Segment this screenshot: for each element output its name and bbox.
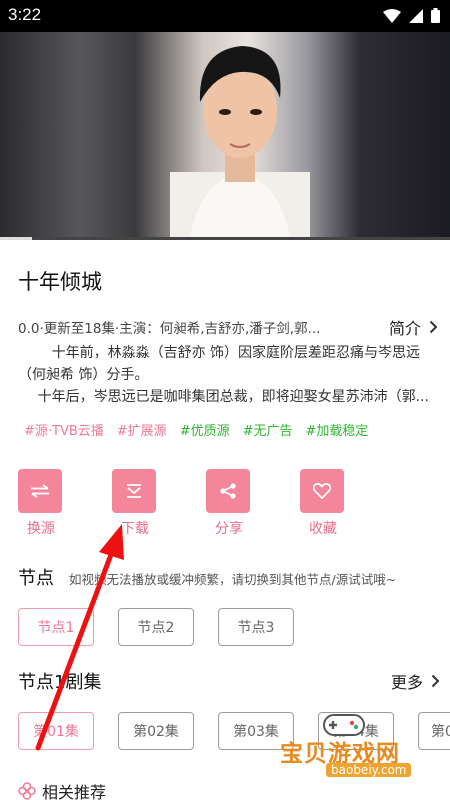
intro-label: 简介 bbox=[388, 319, 421, 338]
episode-chip-label: 第02集 bbox=[133, 724, 179, 740]
action-bar: 换源 下载 分享 收藏 bbox=[18, 469, 438, 539]
tag: #加载稳定 bbox=[305, 424, 369, 439]
episode-chip-label: 第01集 bbox=[33, 724, 79, 740]
download-icon bbox=[112, 469, 156, 513]
tag: #扩展源 bbox=[116, 424, 167, 439]
node-chip[interactable]: 节点3 bbox=[218, 608, 294, 646]
heart-icon bbox=[300, 469, 344, 513]
tag: #源·TVB云播 bbox=[24, 424, 104, 439]
tag-list: #源·TVB云播 #扩展源 #优质源 #无广告 #加载稳定 bbox=[24, 420, 381, 439]
description-paragraph: 十年前，林淼淼（吉舒亦 饰）因家庭阶层差距忍痛与岑思远（何昶希 饰）分手。 bbox=[18, 345, 421, 383]
more-label: 更多 bbox=[390, 673, 423, 692]
episode-chip-label: 第03集 bbox=[233, 724, 279, 740]
action-label: 收藏 bbox=[309, 521, 337, 537]
watermark-logo: 宝贝游戏网 baobeiy.com bbox=[274, 712, 444, 784]
watermark-url: baobeiy.com bbox=[326, 763, 412, 777]
video-player[interactable] bbox=[0, 32, 450, 238]
chevron-right-icon bbox=[431, 674, 440, 688]
swap-icon bbox=[18, 469, 62, 513]
nodes-heading: 节点 bbox=[18, 568, 54, 589]
show-title: 十年倾城 bbox=[18, 270, 102, 294]
episodes-heading: 节点1剧集 bbox=[18, 672, 102, 693]
description-paragraph: 十年后，岑思远已是咖啡集团总裁，即将迎娶女星苏沛沛（郭... bbox=[37, 389, 429, 405]
status-bar: 3:22 bbox=[0, 0, 450, 32]
wifi-icon bbox=[383, 8, 401, 23]
nodes-hint: 如视频无法播放或缓冲频繁，请切换到其他节点/源试试哦~ bbox=[69, 572, 397, 587]
intro-button[interactable]: 简介 bbox=[389, 315, 438, 339]
chevron-right-icon bbox=[429, 320, 438, 334]
video-frame-person bbox=[170, 46, 310, 238]
related-heading: 相关推荐 bbox=[18, 779, 106, 800]
episode-chip[interactable]: 第02集 bbox=[118, 712, 194, 750]
video-progress-bar[interactable] bbox=[0, 237, 450, 240]
meta-row: 0.0·更新至18集·主演：何昶希,吉舒亦,潘子剑,郭... 简介 bbox=[18, 315, 438, 339]
status-icons bbox=[383, 8, 440, 23]
video-progress-fill bbox=[0, 237, 32, 240]
tag: #优质源 bbox=[179, 424, 230, 439]
episode-chip[interactable]: 第01集 bbox=[18, 712, 94, 750]
node-chip-label: 节点3 bbox=[237, 620, 275, 636]
more-episodes-button[interactable]: 更多 bbox=[391, 669, 440, 693]
download-button[interactable]: 下载 bbox=[112, 469, 158, 538]
action-label: 分享 bbox=[215, 521, 243, 537]
share-icon bbox=[206, 469, 250, 513]
show-meta: 0.0·更新至18集·主演：何昶希,吉舒亦,潘子剑,郭... bbox=[18, 321, 321, 337]
status-time: 3:22 bbox=[8, 5, 42, 24]
node-chip-label: 节点1 bbox=[37, 620, 75, 636]
switch-source-button[interactable]: 换源 bbox=[18, 469, 64, 538]
share-button[interactable]: 分享 bbox=[206, 469, 252, 538]
node-chip[interactable]: 节点1 bbox=[18, 608, 94, 646]
flower-icon bbox=[18, 782, 36, 800]
node-chip-label: 节点2 bbox=[137, 620, 175, 636]
show-description: 十年前，林淼淼（吉舒亦 饰）因家庭阶层差距忍痛与岑思远（何昶希 饰）分手。 十年… bbox=[18, 342, 446, 408]
related-label: 相关推荐 bbox=[42, 783, 107, 800]
favorite-button[interactable]: 收藏 bbox=[300, 469, 346, 538]
action-label: 换源 bbox=[27, 521, 55, 537]
node-chip[interactable]: 节点2 bbox=[118, 608, 194, 646]
tag: #无广告 bbox=[242, 424, 293, 439]
signal-icon bbox=[409, 8, 423, 23]
action-label: 下载 bbox=[121, 521, 149, 537]
battery-icon bbox=[431, 8, 440, 23]
